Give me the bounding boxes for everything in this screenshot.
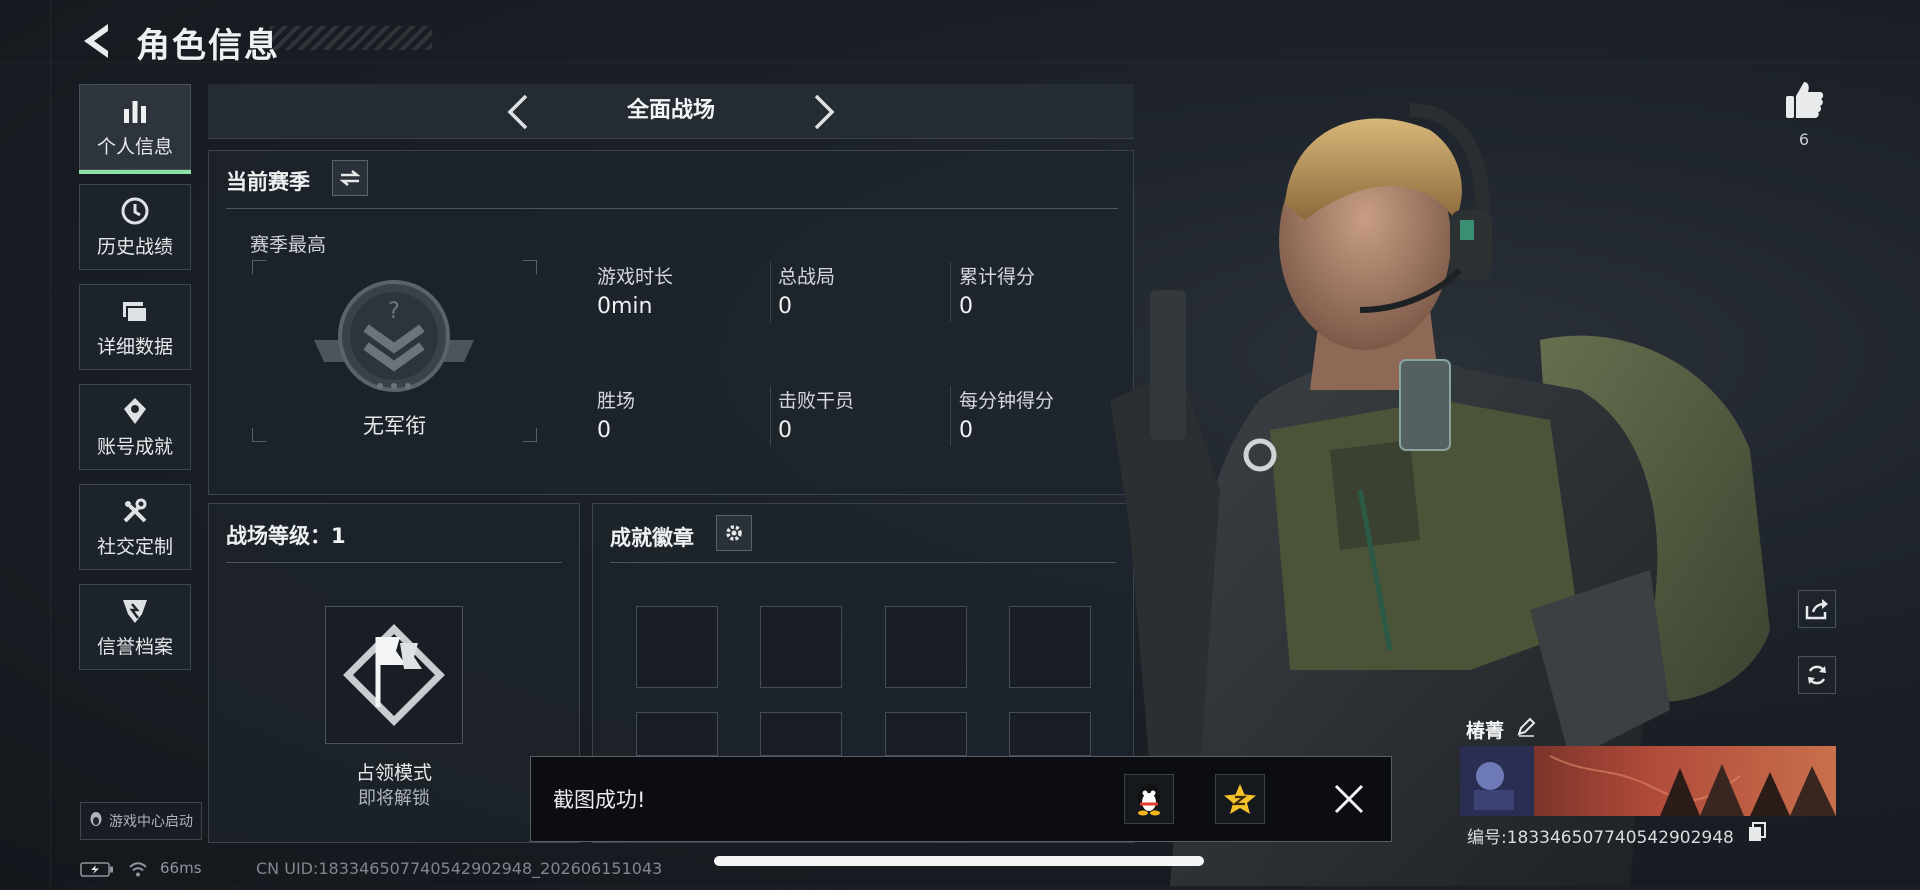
stat-value: 0 — [778, 418, 792, 443]
ping-readout: 66ms — [160, 859, 202, 877]
player-id: 编号:1833465077405429029​48 — [1467, 828, 1734, 848]
player-banner[interactable] — [1460, 746, 1836, 816]
bg-line — [50, 0, 51, 886]
divider — [226, 562, 562, 563]
badges-settings-button[interactable] — [716, 515, 752, 551]
capture-flag-icon — [343, 624, 445, 726]
sidebar-item-label: 详细数据 — [96, 335, 173, 358]
capture-mode-tile[interactable] — [325, 606, 463, 744]
divider — [770, 262, 771, 322]
badge-slot[interactable] — [636, 712, 718, 756]
mode-name: 占领模式 — [355, 762, 432, 784]
swap-icon — [339, 170, 361, 186]
share-qq-button[interactable] — [1124, 774, 1174, 824]
stat-label: 每分钟得分 — [959, 390, 1055, 412]
mode-title: 全面战场 — [626, 98, 715, 123]
folder-icon — [120, 296, 150, 326]
sidebar-item-achievements[interactable]: 账号成就 — [79, 384, 191, 470]
game-center-launch-button[interactable]: 游戏中心启动 — [80, 802, 202, 840]
badge-slot[interactable] — [760, 606, 842, 688]
stat-label: 胜场 — [597, 390, 636, 412]
stat-label: 击败干员 — [778, 390, 855, 412]
player-name: 椿菁 — [1466, 720, 1505, 742]
stat-label: 游戏时长 — [597, 266, 674, 288]
uid-readout: CN UID:18334650774054290294​8_2026061510… — [256, 859, 663, 878]
qq-penguin-icon — [1138, 784, 1160, 816]
history-clock-icon — [120, 196, 150, 226]
bg-line — [0, 62, 1920, 63]
refresh-icon — [1808, 665, 1826, 685]
svg-text:?: ? — [388, 299, 400, 324]
chevron-left-icon[interactable] — [500, 92, 536, 132]
badge-slot[interactable] — [760, 712, 842, 756]
divider — [950, 386, 951, 446]
badge-slot[interactable] — [636, 606, 718, 688]
share-qzone-button[interactable] — [1215, 774, 1265, 824]
badge-slot[interactable] — [885, 712, 967, 756]
copy-icon[interactable] — [1748, 822, 1766, 842]
close-icon[interactable] — [1326, 776, 1372, 822]
rank-name: 无军衔 — [363, 414, 426, 438]
battery-charging-icon — [80, 862, 113, 877]
home-indicator[interactable] — [714, 856, 1204, 866]
badge-slot[interactable] — [1009, 712, 1091, 756]
toast-message: 截图成功! — [553, 788, 646, 812]
stat-value: 0 — [959, 418, 973, 443]
game-center-label: 游戏中心启动 — [109, 814, 193, 830]
sidebar-item-label: 信誉档案 — [96, 635, 173, 658]
thumbs-up-icon[interactable] — [1782, 78, 1826, 122]
stat-label: 总战局 — [778, 266, 836, 288]
refresh-button[interactable] — [1798, 656, 1836, 694]
chevron-right-icon[interactable] — [806, 92, 842, 132]
season-switch-button[interactable] — [332, 160, 368, 196]
stat-value: 0 — [959, 294, 973, 319]
season-title: 当前赛季 — [226, 170, 310, 194]
stat-value: 0min — [597, 294, 653, 319]
divider — [610, 562, 1116, 563]
stat-label: 累计得分 — [959, 266, 1036, 288]
achievement-icon — [120, 396, 150, 426]
credit-shield-icon — [120, 596, 150, 626]
back-icon[interactable] — [80, 22, 114, 60]
sidebar-item-label: 账号成就 — [96, 435, 173, 458]
season-best-label: 赛季最高 — [250, 234, 327, 256]
sidebar-item-social[interactable]: 社交定制 — [79, 484, 191, 570]
rank-emblem-icon: ? — [314, 276, 474, 396]
penguin-icon — [89, 811, 103, 831]
sidebar-item-label: 个人信息 — [96, 135, 173, 158]
sidebar-item-credit[interactable]: 信誉档案 — [79, 584, 191, 670]
bar-chart-icon — [120, 96, 150, 126]
sidebar-item-personal-info[interactable]: 个人信息 — [79, 84, 191, 170]
sidebar-item-label: 历史战绩 — [96, 235, 173, 258]
page-title: 角色信息 — [136, 26, 280, 66]
divider — [770, 386, 771, 446]
qzone-star-icon — [1224, 784, 1256, 814]
title-decoration — [270, 26, 432, 50]
divider — [950, 262, 951, 322]
divider — [226, 208, 1118, 209]
share-button[interactable] — [1798, 590, 1836, 628]
stat-value: 0 — [597, 418, 611, 443]
mode-status: 即将解锁 — [358, 788, 430, 809]
wifi-icon — [129, 862, 147, 877]
badges-title: 成就徽章 — [610, 526, 694, 550]
sidebar-item-label: 社交定制 — [96, 535, 173, 558]
sidebar-item-history[interactable]: 历史战绩 — [79, 184, 191, 270]
badge-slot[interactable] — [885, 606, 967, 688]
gear-icon — [726, 525, 742, 541]
battle-level-title: 战场等级：1 — [226, 524, 346, 548]
stat-value: 0 — [778, 294, 792, 319]
sidebar-item-details[interactable]: 详细数据 — [79, 284, 191, 370]
likes-count: 6 — [1798, 130, 1810, 149]
active-tab-indicator — [79, 170, 191, 174]
edit-pencil-icon[interactable] — [1516, 717, 1536, 737]
share-icon — [1805, 599, 1828, 620]
tools-icon — [120, 496, 150, 526]
badge-slot[interactable] — [1009, 606, 1091, 688]
